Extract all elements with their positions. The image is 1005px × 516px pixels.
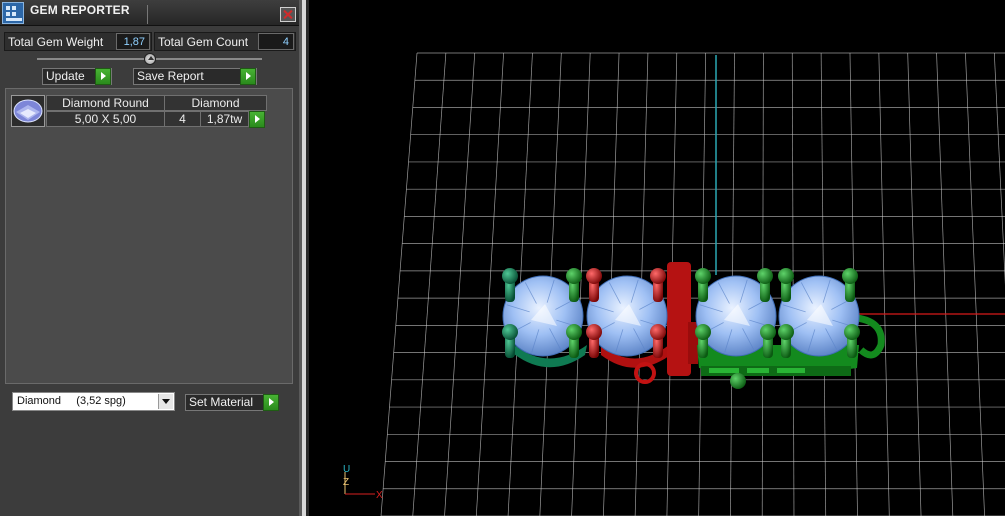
perspective-grid <box>380 52 1005 516</box>
grid-line <box>907 52 922 516</box>
green-rail-slot <box>747 368 769 373</box>
prong-head <box>566 324 582 340</box>
play-arrow-icon[interactable] <box>249 111 265 128</box>
set-material-button[interactable]: Set Material <box>185 394 279 411</box>
gem-type-cell: Diamond Round <box>46 95 165 111</box>
set-material-button-label: Set Material <box>189 395 254 409</box>
prong-head <box>502 324 518 340</box>
gizmo-label-z: Z <box>343 477 349 488</box>
green-bottom-bead <box>730 373 746 389</box>
prong-head <box>650 268 666 284</box>
grid-line <box>936 52 954 516</box>
grid-line <box>412 52 447 516</box>
total-gem-weight-value: 1,87 <box>116 33 150 50</box>
green-rail-slot <box>777 368 805 373</box>
prong-head <box>586 324 602 340</box>
slider-handle[interactable] <box>144 53 156 65</box>
prong-head <box>586 268 602 284</box>
window-title: GEM REPORTER <box>30 3 130 17</box>
prong-head <box>695 268 711 284</box>
panel-splitter[interactable] <box>299 0 309 516</box>
prong-head <box>842 268 858 284</box>
material-select[interactable]: Diamond (3,52 spg) <box>12 392 175 411</box>
prong-head <box>760 324 776 340</box>
play-arrow-icon[interactable] <box>240 68 256 85</box>
gem-size-cell: 5,00 X 5,00 <box>46 111 165 127</box>
prong-head <box>757 268 773 284</box>
prong-head <box>650 324 666 340</box>
prong-head <box>778 324 794 340</box>
save-report-button-label: Save Report <box>137 69 204 83</box>
round-diamond-icon <box>11 95 45 127</box>
gem-list[interactable]: Diamond Round Diamond 5,00 X 5,00 4 1,87… <box>5 88 293 384</box>
ring-model[interactable] <box>502 262 885 389</box>
gizmo-label-x: X <box>376 490 383 501</box>
green-end-clasp <box>856 314 885 359</box>
prong-head <box>695 324 711 340</box>
viewport-canvas[interactable]: U Z X <box>309 0 1005 516</box>
close-icon[interactable] <box>280 7 296 22</box>
grid-line <box>965 52 985 516</box>
titlebar-divider <box>147 5 148 24</box>
material-select-value: Diamond (3,52 spg) <box>17 395 126 407</box>
grid-line <box>993 52 1005 285</box>
green-rail-slot <box>709 368 739 373</box>
gem-reporter-panel: GEM REPORTER Total Gem Weight 1,87 Total… <box>0 0 302 516</box>
update-button-label: Update <box>46 69 85 83</box>
gizmo-label-u: U <box>343 464 350 475</box>
gem-count-cell: 4 <box>164 111 201 127</box>
play-arrow-icon[interactable] <box>95 68 111 85</box>
total-gem-count-value: 4 <box>258 33 294 50</box>
axis-gizmo: U Z X <box>343 464 383 501</box>
grid-line <box>475 52 504 516</box>
grid-line <box>878 52 890 516</box>
gem-weight-cell: 1,87tw <box>200 111 249 127</box>
play-arrow-icon[interactable] <box>263 394 279 411</box>
3d-viewport[interactable]: U Z X <box>309 0 1005 516</box>
gem-material-cell: Diamond <box>164 95 267 111</box>
chevron-down-icon[interactable] <box>158 394 173 409</box>
save-report-button[interactable]: Save Report <box>133 68 257 85</box>
prong-head <box>566 268 582 284</box>
grid-line <box>380 52 418 516</box>
prong-head <box>778 268 794 284</box>
gem-reporter-app-icon <box>2 2 24 24</box>
titlebar[interactable]: GEM REPORTER <box>0 0 300 26</box>
update-button[interactable]: Update <box>42 68 112 85</box>
prong-head <box>844 324 860 340</box>
grid-line <box>444 52 476 516</box>
prong-head <box>502 268 518 284</box>
red-center-bar <box>667 262 691 376</box>
